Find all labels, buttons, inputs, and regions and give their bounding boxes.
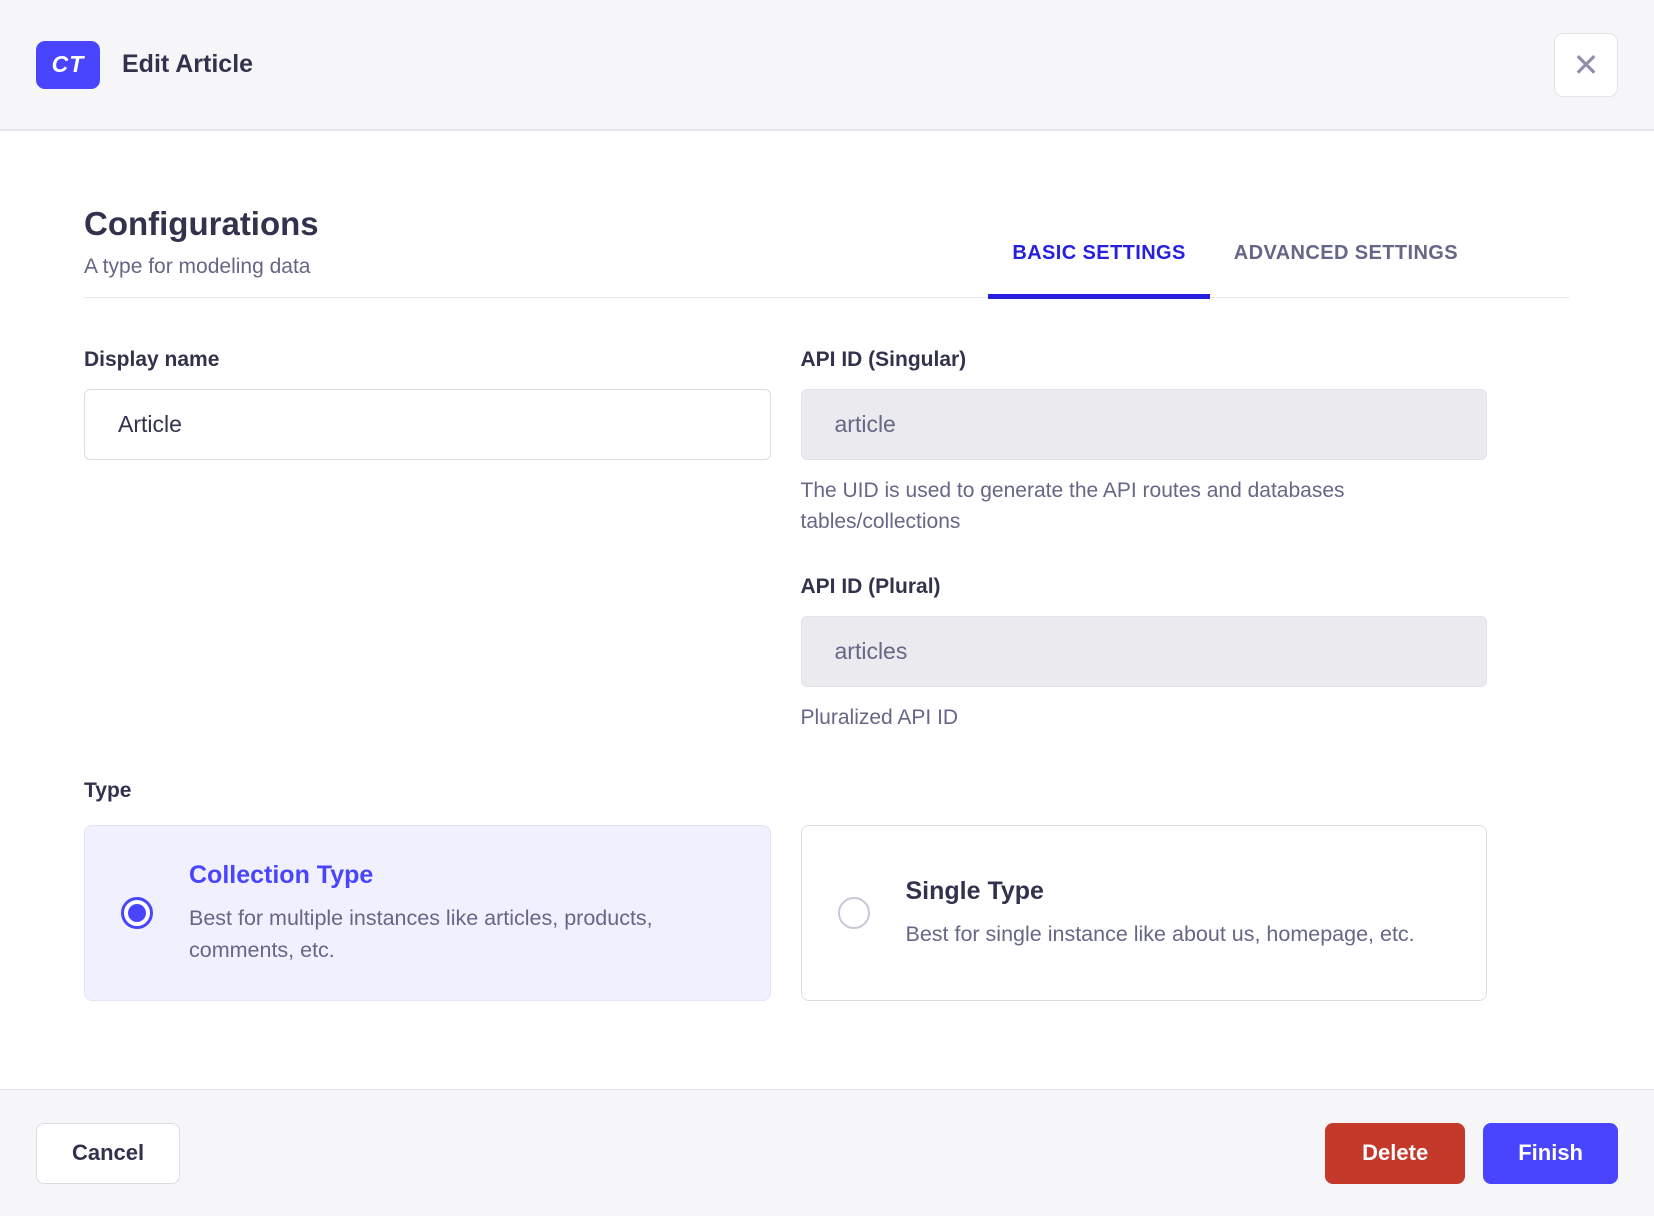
api-id-plural-field: API ID (Plural) Pluralized API ID <box>800 575 1487 733</box>
config-titles: Configurations A type for modeling data <box>84 205 319 297</box>
radio-selected-icon[interactable] <box>121 897 153 929</box>
display-name-input[interactable] <box>84 389 771 460</box>
single-type-title: Single Type <box>905 876 1044 905</box>
config-header: Configurations A type for modeling data … <box>84 205 1570 299</box>
type-section: Type Collection Type Best for multiple i… <box>84 779 1570 1001</box>
delete-button[interactable]: Delete <box>1325 1122 1466 1184</box>
collection-type-text: Collection Type Best for multiple instan… <box>189 861 734 966</box>
modal-header: CT Edit Article ✕ <box>0 0 1654 131</box>
settings-tabs: BASIC SETTINGS ADVANCED SETTINGS <box>988 242 1482 299</box>
collection-type-title: Collection Type <box>189 860 374 889</box>
type-label: Type <box>84 779 132 802</box>
tab-advanced-settings[interactable]: ADVANCED SETTINGS <box>1210 242 1482 297</box>
collection-type-option[interactable]: Collection Type Best for multiple instan… <box>84 825 771 1001</box>
radio-unselected-icon[interactable] <box>837 897 870 929</box>
api-id-singular-field: API ID (Singular) The UID is used to gen… <box>800 348 1487 537</box>
page-subtitle: A type for modeling data <box>84 255 311 278</box>
modal-footer: Cancel Delete Finish <box>0 1089 1654 1216</box>
close-icon: ✕ <box>1572 46 1600 83</box>
single-type-option[interactable]: Single Type Best for single instance lik… <box>800 825 1487 1001</box>
display-name-label: Display name <box>84 348 220 371</box>
tab-basic-settings[interactable]: BASIC SETTINGS <box>988 242 1211 299</box>
finish-button[interactable]: Finish <box>1483 1122 1618 1184</box>
page-title: Configurations <box>84 205 319 242</box>
display-name-field: Display name <box>84 348 771 460</box>
api-id-singular-label: API ID (Singular) <box>800 348 967 371</box>
close-button[interactable]: ✕ <box>1554 32 1618 97</box>
edit-article-modal: CT Edit Article ✕ Configurations A type … <box>0 0 1654 1216</box>
modal-body: Configurations A type for modeling data … <box>0 131 1654 1089</box>
cancel-button[interactable]: Cancel <box>36 1122 181 1184</box>
single-type-description: Best for single instance like about us, … <box>905 921 1415 946</box>
configuration-form: Display name API ID (Singular) The UID i… <box>84 348 1487 733</box>
api-id-singular-input <box>800 389 1487 460</box>
content-type-badge: CT <box>36 40 100 89</box>
api-id-singular-hint: The UID is used to generate the API rout… <box>800 479 1345 533</box>
api-id-plural-input <box>800 616 1487 687</box>
api-id-plural-label: API ID (Plural) <box>800 575 941 598</box>
collection-type-description: Best for multiple instances like article… <box>189 905 653 962</box>
modal-title: Edit Article <box>122 50 254 78</box>
api-id-plural-hint: Pluralized API ID <box>800 706 959 729</box>
single-type-text: Single Type Best for single instance lik… <box>906 877 1415 950</box>
type-options: Collection Type Best for multiple instan… <box>84 825 1487 1001</box>
